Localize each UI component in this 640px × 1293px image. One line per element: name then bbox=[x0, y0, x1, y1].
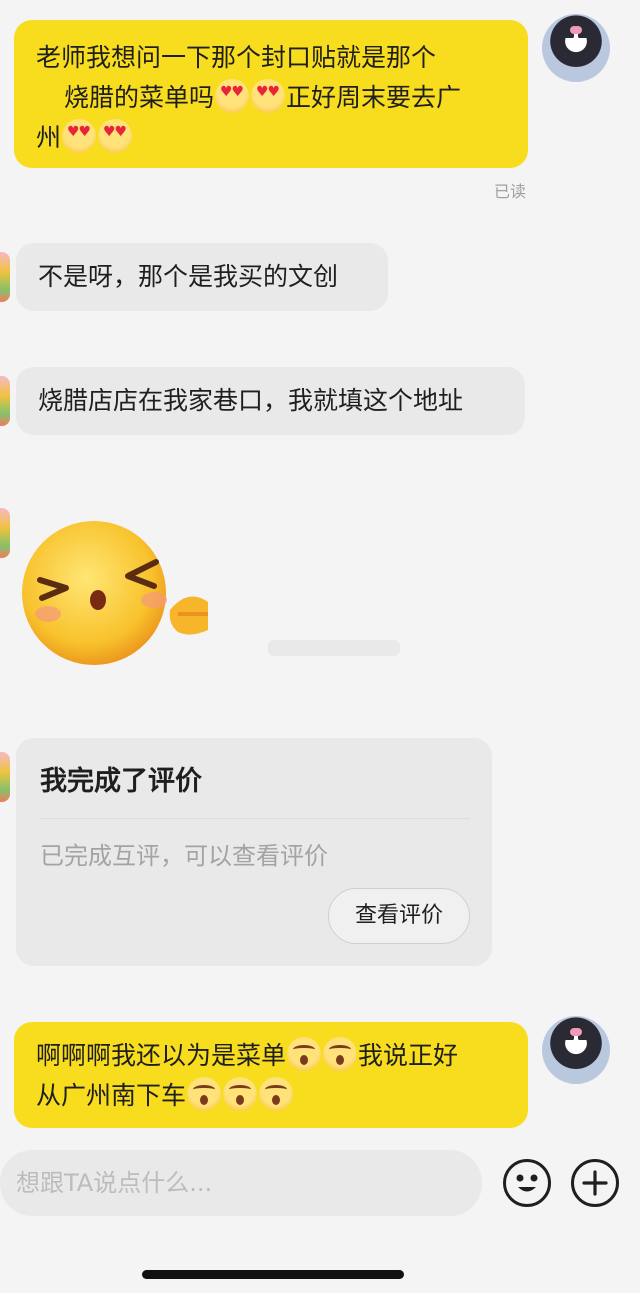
smiley-icon[interactable] bbox=[503, 1159, 551, 1207]
other-message-bubble[interactable]: 烧腊店店在我家巷口，我就填这个地址 bbox=[16, 367, 525, 435]
view-review-button[interactable]: 查看评价 bbox=[328, 888, 470, 944]
other-avatar-edge[interactable] bbox=[0, 752, 10, 802]
home-indicator[interactable] bbox=[142, 1270, 404, 1279]
message-line: 老师我想问一下那个封口贴就是那个 bbox=[36, 43, 437, 72]
plus-icon[interactable] bbox=[571, 1159, 619, 1207]
shocked-emoji-icon bbox=[259, 1077, 294, 1111]
card-title: 我完成了评价 bbox=[40, 766, 202, 797]
shocked-emoji-icon bbox=[223, 1077, 258, 1111]
message-line: 州 bbox=[36, 118, 506, 158]
other-avatar-edge[interactable] bbox=[0, 508, 10, 558]
message-text: 不是呀，那个是我买的文创 bbox=[38, 262, 339, 291]
review-card[interactable]: 我完成了评价 已完成互评，可以查看评价 查看评价 bbox=[16, 738, 492, 966]
wink-pointing-face-sticker[interactable] bbox=[18, 520, 208, 670]
card-divider bbox=[40, 818, 470, 819]
message-input[interactable]: 想跟TA说点什么... bbox=[0, 1150, 482, 1216]
my-message-bubble[interactable]: 老师我想问一下那个封口贴就是那个 烧腊的菜单吗正好周末要去广 州 bbox=[14, 20, 528, 168]
my-avatar[interactable] bbox=[542, 14, 610, 82]
heart-eyes-emoji-icon bbox=[251, 79, 286, 113]
my-message-bubble[interactable]: 啊啊啊我还以为是菜单 我说正好 从广州南下车 bbox=[14, 1022, 528, 1128]
input-placeholder: 想跟TA说点什么... bbox=[16, 1169, 213, 1197]
card-subtitle: 已完成互评，可以查看评价 bbox=[40, 842, 328, 870]
other-message-bubble[interactable]: 不是呀，那个是我买的文创 bbox=[16, 243, 388, 311]
shocked-emoji-icon bbox=[287, 1037, 322, 1071]
heart-eyes-emoji-icon bbox=[98, 119, 133, 153]
shocked-emoji-icon bbox=[187, 1077, 222, 1111]
message-line: 从广州南下车 bbox=[36, 1076, 506, 1116]
message-line: 啊啊啊我还以为是菜单 我说正好 bbox=[36, 1036, 506, 1076]
read-status: 已读 bbox=[494, 182, 527, 201]
other-avatar-edge[interactable] bbox=[0, 376, 10, 426]
heart-eyes-emoji-icon bbox=[215, 79, 250, 113]
message-line: 烧腊的菜单吗正好周末要去广 bbox=[36, 78, 506, 118]
my-avatar[interactable] bbox=[542, 1016, 610, 1084]
other-avatar-edge[interactable] bbox=[0, 252, 10, 302]
heart-eyes-emoji-icon bbox=[62, 119, 97, 153]
shocked-emoji-icon bbox=[323, 1037, 358, 1071]
message-text: 烧腊店店在我家巷口，我就填这个地址 bbox=[38, 386, 464, 415]
blurred-text bbox=[268, 640, 400, 656]
